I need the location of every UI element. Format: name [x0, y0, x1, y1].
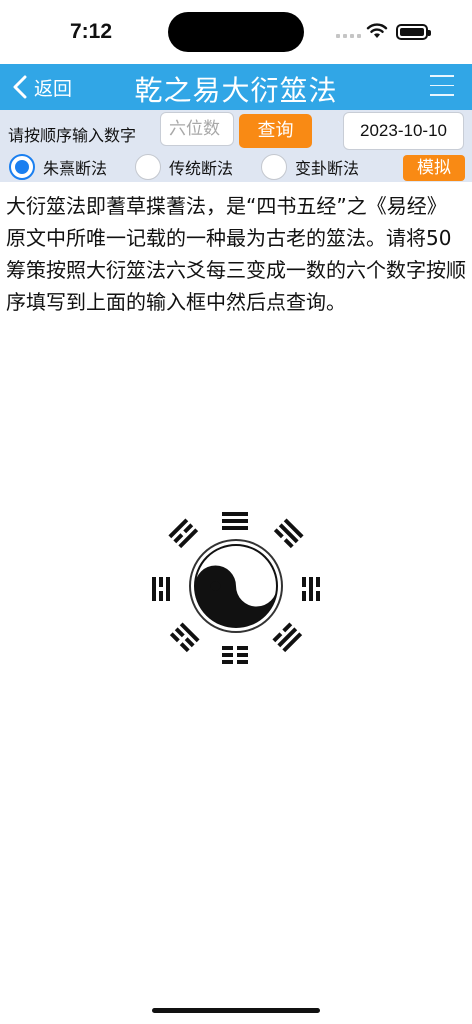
status-time: 7:12 — [70, 20, 113, 43]
dynamic-island — [168, 12, 304, 52]
radio-button-selected[interactable] — [9, 154, 35, 180]
input-label: 请按顺序输入数字 — [8, 126, 137, 145]
radio-button[interactable] — [135, 154, 161, 180]
query-button[interactable]: 查询 — [239, 114, 312, 148]
back-button[interactable]: 返回 — [12, 72, 72, 102]
radio-traditional-method[interactable]: 传统断法 — [135, 153, 233, 181]
description-text: 大衍筮法即蓍草揲蓍法，是“四书五经”之《易经》原文中所唯一记载的一种最为古老的筮… — [6, 194, 466, 314]
radio-label: 传统断法 — [169, 159, 234, 178]
radio-zhuxi-method[interactable]: 朱熹断法 — [9, 153, 107, 181]
cellular-signal-icon — [336, 34, 361, 38]
battery-icon — [396, 24, 431, 40]
bagua-taiji-emblem — [152, 512, 320, 664]
wifi-icon — [366, 23, 388, 38]
back-label: 返回 — [34, 77, 73, 100]
radio-changing-hexagram-method[interactable]: 变卦断法 — [261, 153, 359, 181]
date-picker[interactable]: 2023-10-10 — [343, 112, 464, 150]
simulate-button[interactable]: 模拟 — [403, 155, 465, 181]
home-indicator[interactable] — [152, 1008, 320, 1013]
menu-icon[interactable] — [430, 75, 454, 99]
nav-bar: 返回 乾之易大衍筮法 — [0, 64, 472, 110]
radio-label: 朱熹断法 — [43, 159, 108, 178]
chevron-left-icon — [13, 75, 27, 99]
radio-button[interactable] — [261, 154, 287, 180]
radio-label: 变卦断法 — [295, 159, 360, 178]
status-bar: 7:12 — [0, 0, 472, 64]
six-digit-input[interactable] — [160, 112, 234, 146]
